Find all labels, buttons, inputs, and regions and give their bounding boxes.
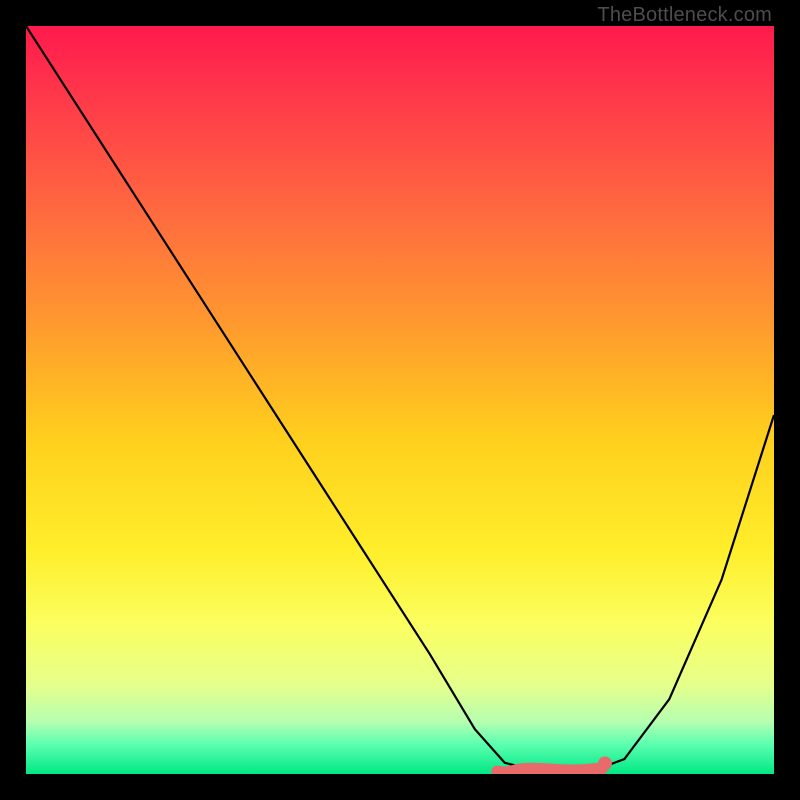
watermark-text: TheBottleneck.com [597, 4, 772, 27]
flat-end-dot [598, 757, 612, 771]
curve-path [26, 26, 774, 770]
chart-frame: TheBottleneck.com [0, 0, 800, 800]
bottleneck-curve [26, 26, 774, 774]
flat-segment [497, 769, 602, 773]
plot-area [26, 26, 774, 774]
